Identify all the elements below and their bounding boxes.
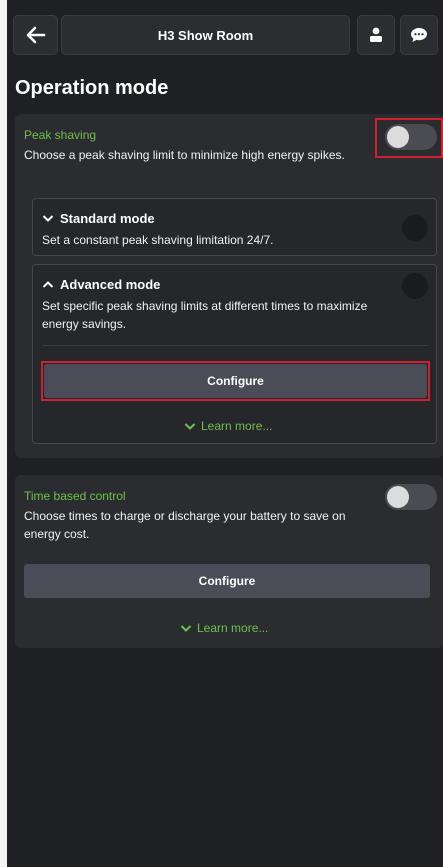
time-based-control-card: Time based control Choose times to charg…: [15, 475, 443, 648]
chat-icon: [411, 28, 427, 42]
arrow-left-icon: [26, 26, 45, 44]
peak-shaving-card: Peak shaving Choose a peak shaving limit…: [15, 114, 443, 458]
user-icon: [370, 27, 382, 42]
back-button[interactable]: [13, 15, 58, 55]
user-button[interactable]: [357, 15, 395, 55]
app-screen: H3 Show Room Operation mode Peak shaving…: [7, 0, 443, 867]
chat-button[interactable]: [400, 15, 438, 55]
page-title: Operation mode: [15, 77, 169, 99]
site-title[interactable]: H3 Show Room: [61, 15, 350, 55]
advanced-mode-header: Advanced mode: [42, 277, 160, 292]
advanced-mode-description: Set specific peak shaving limits at diff…: [42, 299, 368, 331]
time-based-configure-button[interactable]: Configure: [24, 564, 430, 598]
advanced-learn-more-link[interactable]: Learn more...: [184, 419, 272, 433]
learn-more-label: Learn more...: [201, 419, 273, 433]
advanced-mode-option[interactable]: Advanced mode Set specific peak shaving …: [32, 264, 437, 444]
advanced-mode-radio[interactable]: [402, 273, 428, 299]
standard-mode-header: Standard mode: [42, 211, 155, 226]
chevron-down-icon: [42, 215, 54, 222]
peak-shaving-description: Choose a peak shaving limit to minimize …: [24, 148, 345, 162]
standard-mode-description: Set a constant peak shaving limitation 2…: [42, 233, 274, 247]
toggle-knob: [387, 486, 409, 508]
chevron-down-icon: [184, 422, 196, 430]
divider: [42, 345, 428, 346]
time-based-learn-more-link[interactable]: Learn more...: [180, 621, 268, 635]
peak-shaving-label: Peak shaving: [24, 128, 97, 142]
toggle-highlight: [375, 118, 443, 158]
time-based-toggle[interactable]: [385, 484, 437, 510]
time-based-description: Choose times to charge or discharge your…: [24, 509, 346, 541]
standard-mode-title: Standard mode: [60, 211, 155, 226]
standard-mode-option[interactable]: Standard mode Set a constant peak shavin…: [32, 198, 437, 256]
chevron-down-icon: [180, 624, 192, 632]
standard-mode-radio[interactable]: [402, 215, 428, 241]
advanced-mode-title: Advanced mode: [60, 277, 161, 292]
configure-highlight: [41, 361, 430, 401]
chevron-up-icon: [42, 281, 54, 288]
time-based-label: Time based control: [24, 489, 126, 503]
learn-more-label: Learn more...: [197, 621, 269, 635]
top-bar: H3 Show Room: [7, 0, 443, 70]
